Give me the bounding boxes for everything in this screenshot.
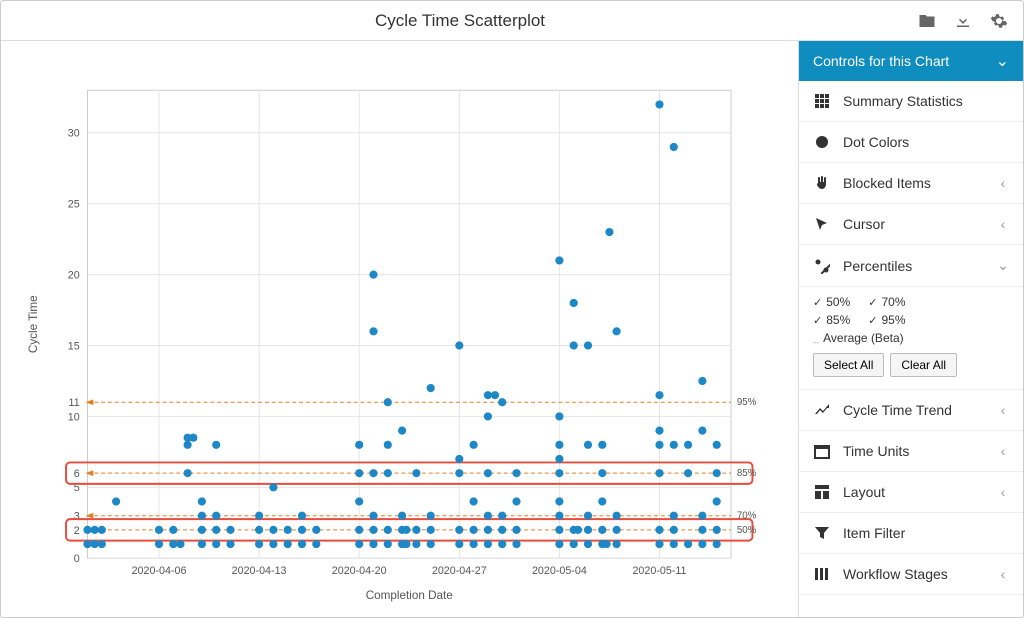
sidebar-item-label: Cycle Time Trend (843, 402, 985, 418)
pct-toggle-50[interactable]: ✓50% (813, 295, 850, 309)
sidebar-item-label: Time Units (843, 443, 985, 459)
svg-text:95%: 95% (737, 397, 757, 408)
svg-text:25: 25 (68, 199, 80, 211)
calendar-icon (813, 443, 831, 459)
svg-text:2020-04-13: 2020-04-13 (232, 565, 287, 577)
header-toolbar (911, 5, 1015, 37)
svg-text:30: 30 (68, 128, 80, 140)
chevron-left-icon: ‹ (997, 443, 1009, 459)
percentiles-panel: ✓50% ✓70% ✓85% ✓95% _Average (Beta) Sele… (799, 287, 1023, 390)
trend-icon (813, 402, 831, 418)
grid-icon (813, 93, 831, 109)
svg-text:6: 6 (74, 468, 80, 480)
svg-text:Cycle Time: Cycle Time (27, 295, 40, 353)
chevron-down-icon: ⌄ (996, 51, 1009, 71)
gear-icon[interactable] (983, 5, 1015, 37)
layout-icon (813, 484, 831, 500)
sidebar-item-trend[interactable]: Cycle Time Trend ‹ (799, 390, 1023, 431)
svg-text:11: 11 (69, 397, 80, 409)
filter-icon (813, 525, 831, 541)
download-icon[interactable] (947, 5, 979, 37)
chevron-left-icon: ‹ (997, 402, 1009, 418)
sidebar-header[interactable]: Controls for this Chart ⌄ (799, 41, 1023, 81)
svg-text:0: 0 (74, 553, 80, 565)
svg-text:15: 15 (68, 340, 80, 352)
svg-text:3: 3 (74, 511, 80, 523)
sidebar-item-timeunits[interactable]: Time Units ‹ (799, 431, 1023, 472)
chevron-down-icon: ⌄ (997, 257, 1009, 274)
pct-toggle-95[interactable]: ✓95% (868, 313, 905, 327)
chart-area: 2020-04-06 2020-04-13 2020-04-20 2020-04-27… (1, 41, 798, 617)
dot-icon (813, 134, 831, 150)
svg-text:10: 10 (68, 411, 80, 423)
header: Cycle Time Scatterplot (1, 1, 1023, 41)
svg-text:50%: 50% (737, 525, 757, 536)
sidebar-item-cursor[interactable]: Cursor ‹ (799, 204, 1023, 245)
svg-text:2020-04-06: 2020-04-06 (132, 565, 187, 577)
svg-text:2020-04-20: 2020-04-20 (332, 565, 387, 577)
sidebar-item-layout[interactable]: Layout ‹ (799, 472, 1023, 513)
pct-toggle-85[interactable]: ✓85% (813, 313, 850, 327)
svg-text:2: 2 (74, 525, 80, 537)
columns-icon (813, 566, 831, 582)
chevron-left-icon: ‹ (997, 175, 1009, 191)
svg-text:20: 20 (68, 270, 80, 282)
sidebar-item-label: Blocked Items (843, 175, 985, 191)
svg-text:70%: 70% (737, 511, 757, 522)
sidebar-item-label: Percentiles (843, 258, 985, 274)
svg-text:85%: 85% (737, 468, 757, 479)
folder-icon[interactable] (911, 5, 943, 37)
scatter-chart[interactable]: 2020-04-06 2020-04-13 2020-04-20 2020-04-27… (11, 61, 788, 607)
page-title: Cycle Time Scatterplot (9, 11, 911, 31)
svg-text:2020-05-11: 2020-05-11 (632, 565, 686, 577)
pct-toggle-avg[interactable]: _Average (Beta) (813, 331, 904, 345)
chevron-left-icon: ‹ (997, 484, 1009, 500)
chevron-left-icon: ‹ (997, 216, 1009, 232)
sidebar-item-label: Summary Statistics (843, 93, 1009, 109)
sidebar-item-label: Workflow Stages (843, 566, 985, 582)
sidebar-item-label: Dot Colors (843, 134, 1009, 150)
sidebar-item-label: Cursor (843, 216, 985, 232)
chevron-left-icon: ‹ (997, 566, 1009, 582)
svg-text:Completion Date: Completion Date (366, 589, 453, 602)
hand-icon (813, 175, 831, 191)
sidebar-item-dotcolors[interactable]: Dot Colors (799, 122, 1023, 163)
sidebar: Controls for this Chart ⌄ Summary Statis… (798, 41, 1023, 617)
svg-text:2020-04-27: 2020-04-27 (432, 565, 487, 577)
sidebar-item-summary[interactable]: Summary Statistics (799, 81, 1023, 122)
sidebar-header-label: Controls for this Chart (813, 53, 949, 69)
select-all-button[interactable]: Select All (813, 353, 884, 377)
sidebar-item-blocked[interactable]: Blocked Items ‹ (799, 163, 1023, 204)
sidebar-item-itemfilter[interactable]: Item Filter (799, 513, 1023, 554)
cursor-icon (813, 216, 831, 232)
sidebar-item-workflow[interactable]: Workflow Stages ‹ (799, 554, 1023, 595)
percent-icon (813, 258, 831, 274)
clear-all-button[interactable]: Clear All (890, 353, 957, 377)
sidebar-item-label: Layout (843, 484, 985, 500)
sidebar-item-percentiles[interactable]: Percentiles ⌄ (799, 245, 1023, 287)
svg-text:2020-05-04: 2020-05-04 (532, 565, 587, 577)
sidebar-item-label: Item Filter (843, 525, 1009, 541)
pct-toggle-70[interactable]: ✓70% (868, 295, 905, 309)
